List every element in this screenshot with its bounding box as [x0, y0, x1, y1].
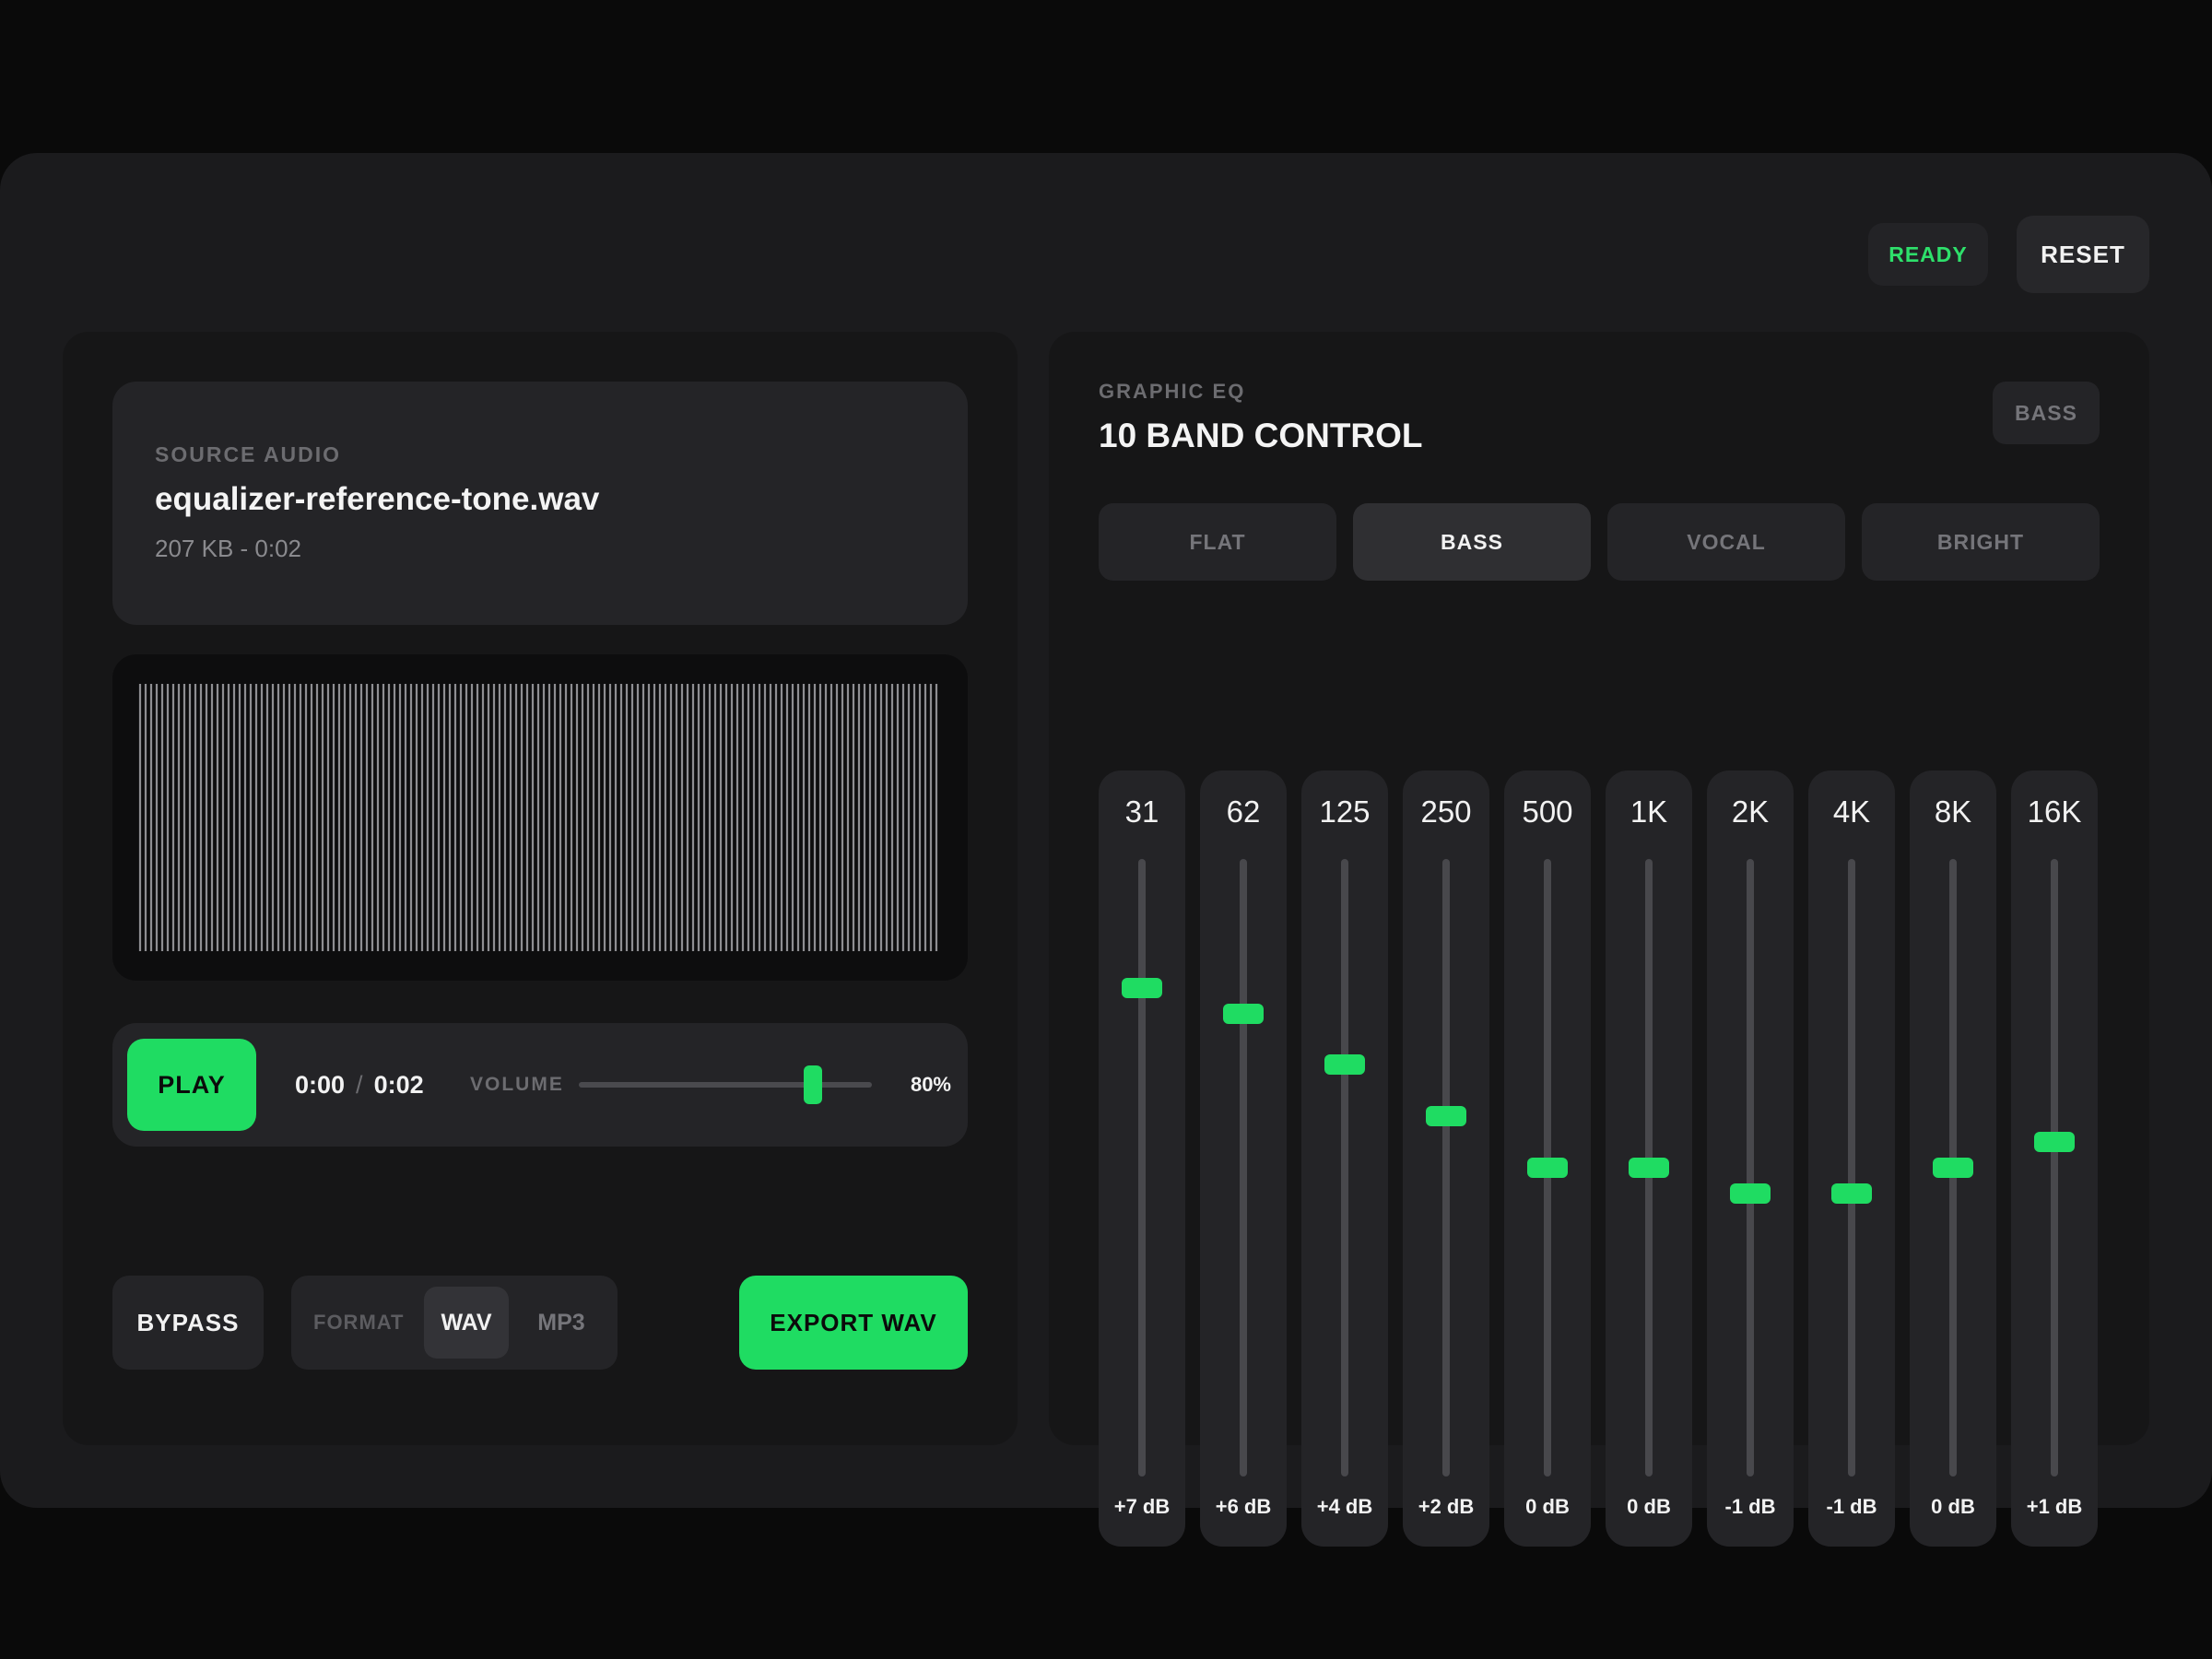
- source-audio-caption: SOURCE AUDIO: [155, 442, 342, 466]
- preset-bass-button[interactable]: BASS: [1353, 503, 1591, 581]
- eq-band-62: 62 +6 dB: [1200, 771, 1287, 1547]
- format-selector: FORMAT WAV MP3: [291, 1276, 618, 1370]
- band-gain-value: 0 dB: [1931, 1495, 1975, 1518]
- band-gain-value: +1 dB: [2026, 1495, 2083, 1518]
- band-slider-thumb[interactable]: [1426, 1106, 1466, 1127]
- source-panel: SOURCE AUDIO equalizer-reference-tone.wa…: [63, 332, 1018, 1445]
- band-slider-track[interactable]: [1138, 859, 1146, 1477]
- band-slider-thumb[interactable]: [1730, 1182, 1771, 1204]
- band-gain-value: +6 dB: [1215, 1495, 1272, 1518]
- band-slider-track[interactable]: [1848, 859, 1855, 1477]
- preset-bar: FLAT BASS VOCAL BRIGHT: [1099, 503, 2100, 581]
- waveform-display[interactable]: [112, 654, 968, 981]
- preset-bright-button[interactable]: BRIGHT: [1862, 503, 2100, 581]
- band-gain-value: +7 dB: [1113, 1495, 1171, 1518]
- volume-slider[interactable]: [579, 1065, 872, 1104]
- band-slider-thumb[interactable]: [1629, 1158, 1669, 1178]
- volume-slider-thumb[interactable]: [804, 1065, 823, 1104]
- band-slider-thumb[interactable]: [1527, 1158, 1568, 1178]
- band-gain-value: -1 dB: [1826, 1495, 1877, 1518]
- eq-band-500: 500 0 dB: [1504, 771, 1591, 1547]
- eq-caption: GRAPHIC EQ: [1099, 380, 1246, 403]
- eq-band-8k: 8K 0 dB: [1910, 771, 1996, 1547]
- reset-button[interactable]: RESET: [2017, 216, 2149, 293]
- eq-panel: GRAPHIC EQ 10 BAND CONTROL BASS FLAT BAS…: [1049, 332, 2149, 1547]
- band-frequency-label: 16K: [2027, 794, 2082, 829]
- eq-band-4k: 4K -1 dB: [1808, 771, 1895, 1547]
- band-frequency-label: 250: [1420, 794, 1472, 829]
- volume-value: 80%: [910, 1073, 951, 1096]
- volume-label: VOLUME: [470, 1074, 564, 1095]
- eq-band-16k: 16K +1 dB: [2011, 771, 2098, 1547]
- equalizer-app: READY RESET SOURCE AUDIO equalizer-refer…: [0, 153, 2212, 1547]
- transport-bar: PLAY 0:00 / 0:02 VOLUME 80%: [112, 1023, 968, 1147]
- preset-flat-button[interactable]: FLAT: [1099, 503, 1336, 581]
- playback-time: 0:00 / 0:02: [295, 1023, 424, 1147]
- eq-band-125: 125 +4 dB: [1301, 771, 1388, 1547]
- band-slider-thumb[interactable]: [2034, 1132, 2075, 1153]
- band-slider-thumb[interactable]: [1324, 1054, 1365, 1076]
- band-slider-track[interactable]: [1747, 859, 1754, 1477]
- band-frequency-label: 2K: [1731, 794, 1770, 829]
- eq-band-31: 31 +7 dB: [1099, 771, 1185, 1547]
- band-frequency-label: 500: [1522, 794, 1573, 829]
- band-frequency-label: 31: [1124, 794, 1159, 829]
- format-option-wav[interactable]: WAV: [424, 1287, 509, 1359]
- source-filename: equalizer-reference-tone.wav: [155, 481, 600, 517]
- band-slider-track[interactable]: [2051, 859, 2058, 1477]
- time-separator: /: [356, 1070, 363, 1099]
- band-gain-value: 0 dB: [1627, 1495, 1671, 1518]
- band-slider-thumb[interactable]: [1831, 1182, 1872, 1204]
- band-gain-value: -1 dB: [1724, 1495, 1776, 1518]
- source-audio-card: SOURCE AUDIO equalizer-reference-tone.wa…: [112, 382, 968, 625]
- band-slider-thumb[interactable]: [1122, 977, 1162, 998]
- band-slider-track[interactable]: [1442, 859, 1450, 1477]
- band-gain-value: +4 dB: [1316, 1495, 1373, 1518]
- band-slider-thumb[interactable]: [1933, 1158, 1973, 1178]
- waveform-graphic: [138, 684, 938, 951]
- band-frequency-label: 8K: [1934, 794, 1972, 829]
- band-slider-thumb[interactable]: [1223, 1003, 1264, 1024]
- eq-band-1k: 1K 0 dB: [1606, 771, 1692, 1547]
- eq-title: 10 BAND CONTROL: [1099, 417, 1423, 454]
- status-badge: READY: [1868, 223, 1988, 286]
- current-time: 0:00: [295, 1070, 346, 1099]
- format-label: FORMAT: [313, 1311, 405, 1334]
- band-gain-value: +2 dB: [1418, 1495, 1475, 1518]
- export-button[interactable]: EXPORT WAV: [739, 1276, 968, 1370]
- eq-band-250: 250 +2 dB: [1403, 771, 1489, 1547]
- band-slider-track[interactable]: [1341, 859, 1348, 1477]
- eq-band-2k: 2K -1 dB: [1707, 771, 1794, 1547]
- band-frequency-label: 125: [1319, 794, 1371, 829]
- band-frequency-label: 4K: [1832, 794, 1871, 829]
- band-frequency-label: 1K: [1630, 794, 1668, 829]
- bypass-button[interactable]: BYPASS: [112, 1276, 264, 1370]
- format-option-mp3[interactable]: MP3: [520, 1287, 603, 1359]
- active-preset-badge: BASS: [1993, 382, 2100, 444]
- source-file-meta: 207 KB - 0:02: [155, 535, 301, 562]
- band-slider-track[interactable]: [1240, 859, 1247, 1477]
- play-button[interactable]: PLAY: [127, 1039, 256, 1131]
- duration: 0:02: [373, 1070, 424, 1099]
- preset-vocal-button[interactable]: VOCAL: [1607, 503, 1845, 581]
- band-frequency-label: 62: [1226, 794, 1261, 829]
- band-gain-value: 0 dB: [1525, 1495, 1570, 1518]
